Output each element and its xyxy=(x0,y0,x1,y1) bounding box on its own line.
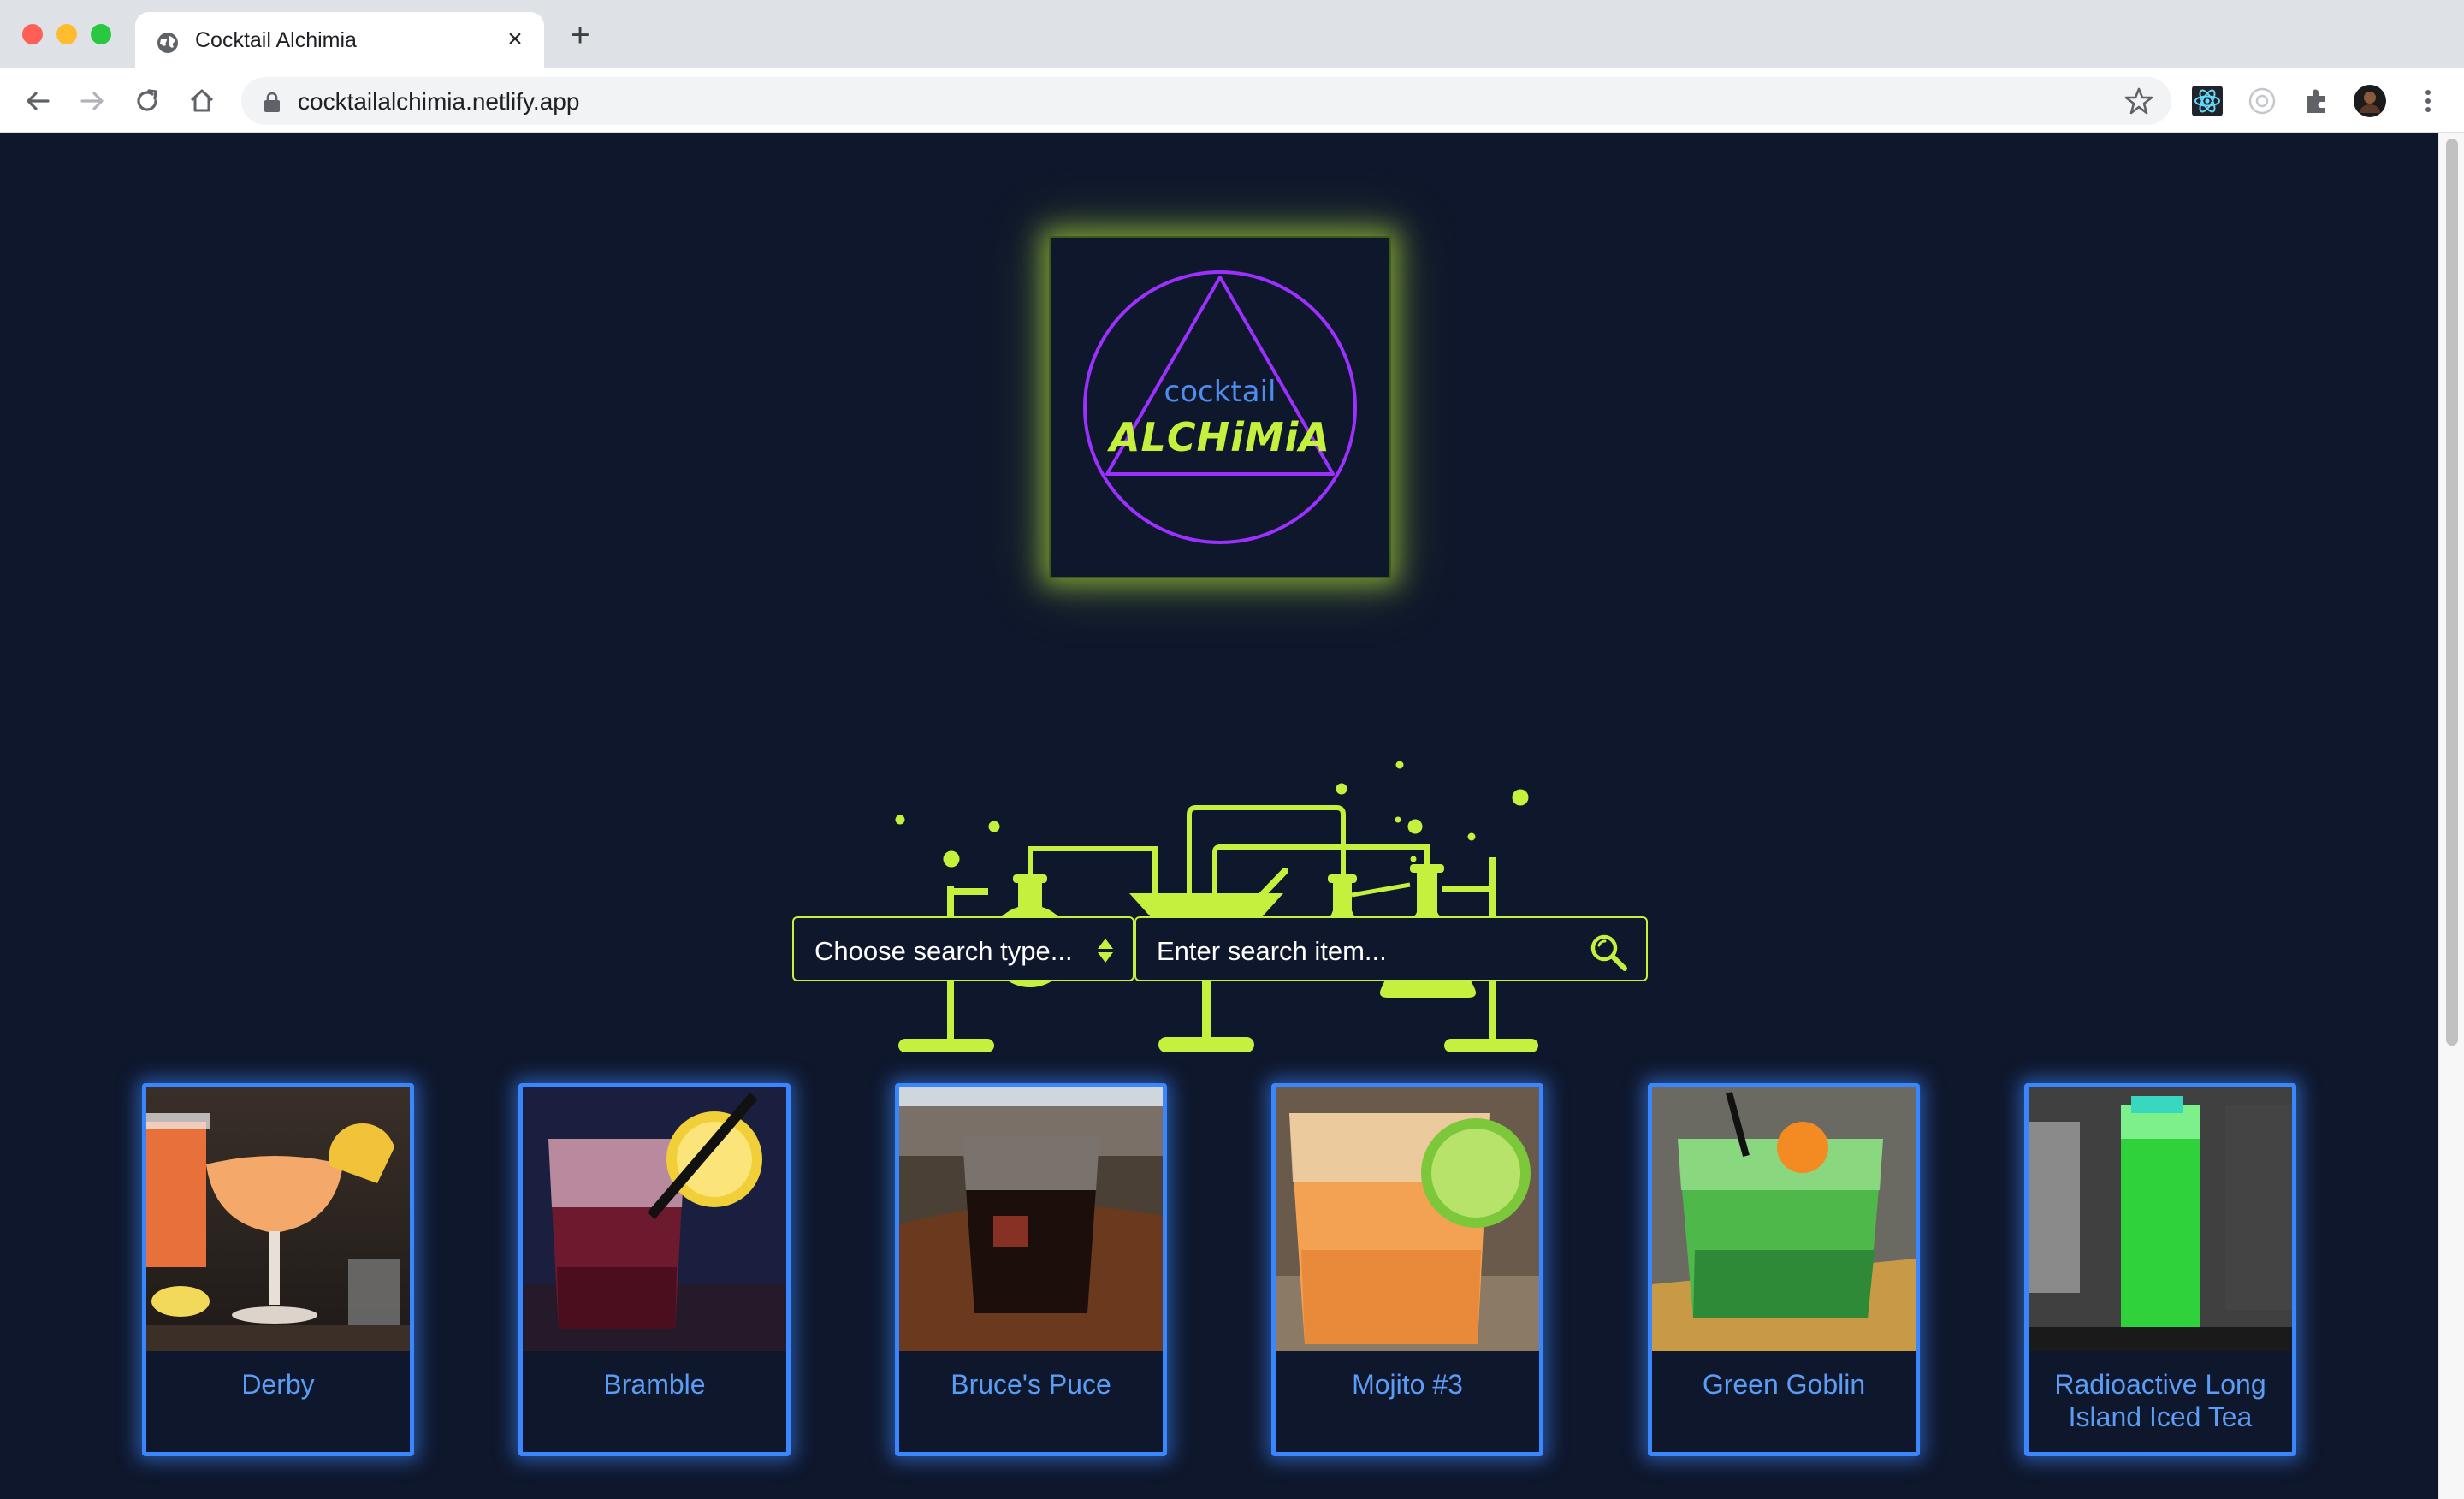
browser-toolbar: cocktailalchimia.netlify.app xyxy=(0,68,2464,133)
cocktail-photo-green-goblin xyxy=(1652,1087,1916,1351)
scrollbar-thumb[interactable] xyxy=(2446,139,2458,1046)
globe-icon xyxy=(157,33,178,53)
cocktail-name: Green Goblin xyxy=(1702,1369,1866,1400)
search-item-input[interactable]: Enter search item... xyxy=(1134,916,1648,981)
logo-word-cocktail: cocktail xyxy=(1164,375,1276,409)
cocktail-card[interactable]: Bruce's Puce xyxy=(895,1083,1167,1456)
reload-icon[interactable] xyxy=(130,84,164,118)
cocktail-photo-mojito-3 xyxy=(1276,1087,1539,1351)
search-type-placeholder: Choose search type... xyxy=(814,936,1073,966)
maximize-window-button[interactable] xyxy=(91,24,111,44)
cocktail-photo-derby xyxy=(146,1087,410,1351)
close-tab-icon[interactable]: × xyxy=(501,26,529,53)
cocktail-name: Radioactive Long Island Iced Tea xyxy=(2054,1369,2266,1432)
react-devtools-icon[interactable] xyxy=(2190,84,2224,118)
url-text[interactable]: cocktailalchimia.netlify.app xyxy=(298,89,579,115)
search-type-select[interactable]: Choose search type... xyxy=(792,916,1134,981)
address-bar[interactable]: cocktailalchimia.netlify.app xyxy=(241,77,2171,125)
select-arrows-icon xyxy=(1098,939,1113,963)
laboratory-illustration xyxy=(895,761,1538,1052)
browser-menu-icon[interactable] xyxy=(2411,84,2445,118)
search-icon[interactable] xyxy=(1588,932,1629,973)
extension-circle-icon[interactable] xyxy=(2245,84,2279,118)
cocktail-name: Derby xyxy=(241,1369,315,1400)
cocktail-card[interactable]: Bramble xyxy=(518,1083,791,1456)
search-item-placeholder: Enter search item... xyxy=(1157,936,1387,966)
bookmark-star-icon[interactable] xyxy=(2123,86,2154,116)
home-icon[interactable] xyxy=(185,84,219,118)
cocktail-card[interactable]: Green Goblin xyxy=(1648,1083,1920,1456)
cocktail-card[interactable]: Derby xyxy=(142,1083,414,1456)
lock-icon xyxy=(264,92,280,112)
cocktail-name: Bramble xyxy=(603,1369,706,1400)
forward-arrow-icon[interactable] xyxy=(75,84,110,118)
cocktail-photo-bruces-puce xyxy=(899,1087,1163,1351)
logo-word-alchimia: ALCHiMiA xyxy=(1109,414,1331,460)
minimize-window-button[interactable] xyxy=(56,24,77,44)
cocktail-photo-bramble xyxy=(523,1087,786,1351)
browser-tab[interactable]: Cocktail Alchimia × xyxy=(135,12,544,68)
tab-title: Cocktail Alchimia xyxy=(195,28,357,52)
back-arrow-icon[interactable] xyxy=(21,84,55,118)
page-viewport: cocktail ALCHiMiA Choose search type... … xyxy=(0,133,2438,1499)
page-scrollbar[interactable] xyxy=(2438,133,2464,1499)
browser-tab-bar: Cocktail Alchimia × + xyxy=(0,0,2464,68)
cocktail-card[interactable]: Radioactive Long Island Iced Tea xyxy=(2024,1083,2296,1456)
close-window-button[interactable] xyxy=(22,24,43,44)
new-tab-button[interactable]: + xyxy=(563,18,597,53)
site-logo[interactable]: cocktail ALCHiMiA xyxy=(1049,236,1391,578)
profile-avatar-icon[interactable] xyxy=(2353,84,2387,118)
cocktail-name: Bruce's Puce xyxy=(951,1369,1111,1400)
extensions-puzzle-icon[interactable] xyxy=(2300,84,2334,118)
cocktail-name: Mojito #3 xyxy=(1352,1369,1463,1400)
cocktail-card[interactable]: Mojito #3 xyxy=(1271,1083,1543,1456)
cocktail-photo-radioactive-long-island xyxy=(2029,1087,2292,1351)
